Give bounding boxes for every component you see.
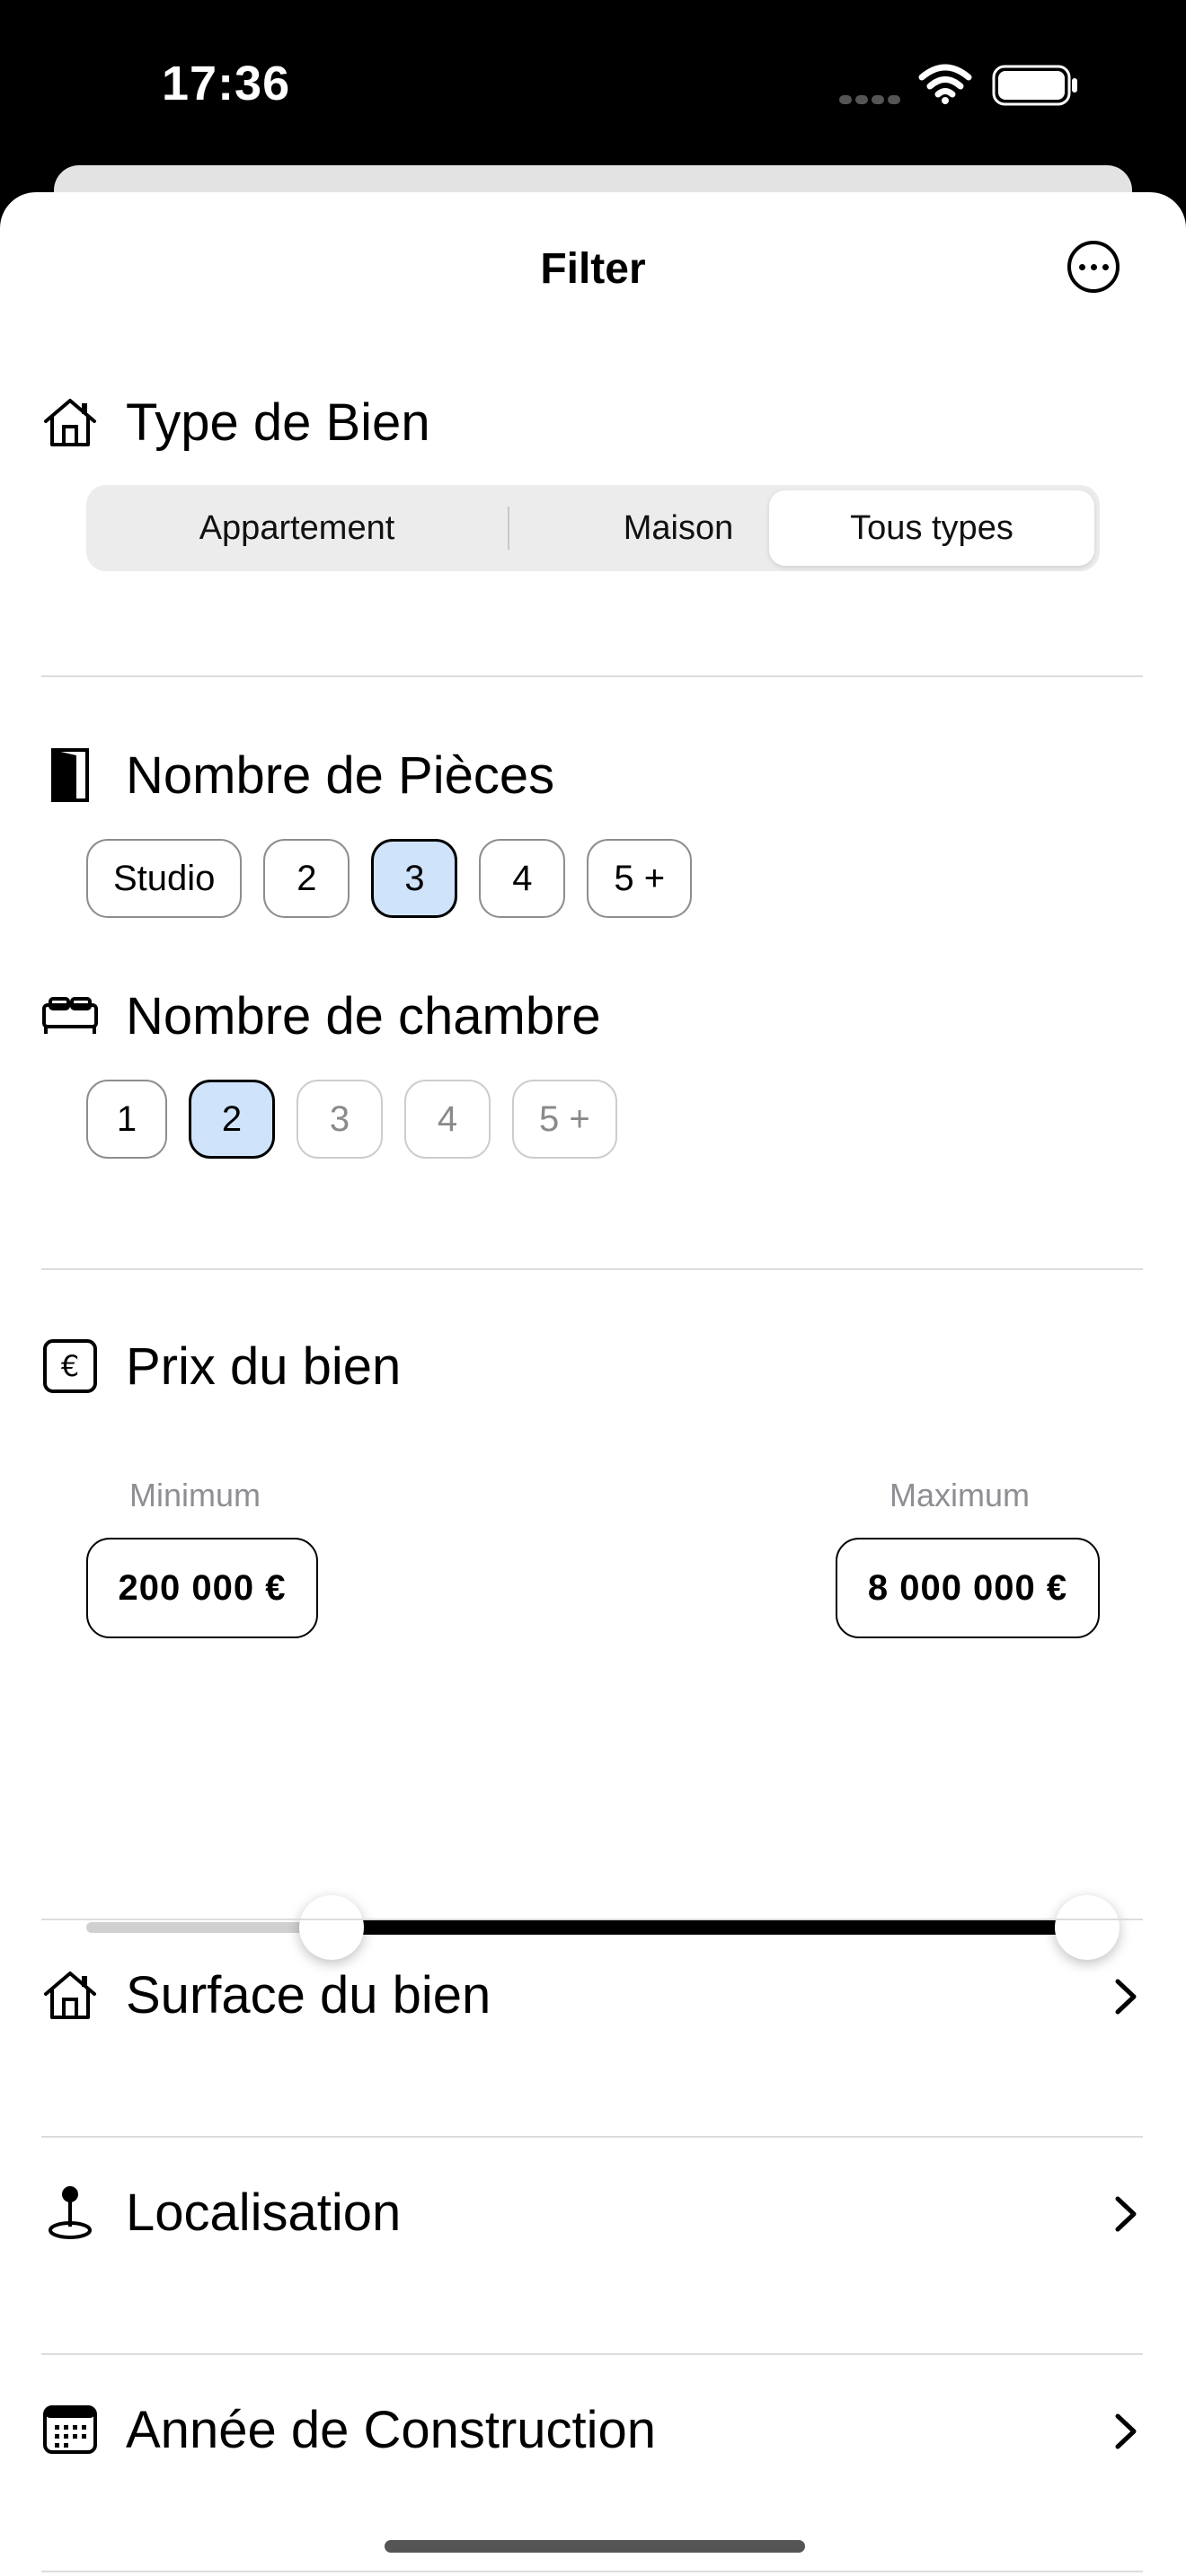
chip-2-bedrooms[interactable]: 2 <box>189 1080 275 1159</box>
house-icon <box>41 1966 99 2024</box>
chip-4-rooms[interactable]: 4 <box>479 839 566 918</box>
price-slider-range-fill <box>332 1920 1087 1935</box>
section-nombre-de-pieces: Nombre de Pièces <box>41 744 554 807</box>
section-title: Nombre de Pièces <box>126 745 555 805</box>
min-price-field[interactable]: 200 000 € <box>86 1538 318 1638</box>
section-title: Prix du bien <box>126 1337 402 1396</box>
chip-2-rooms[interactable]: 2 <box>263 839 350 918</box>
section-title: Nombre de chambre <box>126 986 601 1045</box>
door-icon <box>41 746 99 804</box>
ellipsis-circle-icon[interactable] <box>1067 241 1120 293</box>
euro-sign-icon: € <box>41 1337 99 1395</box>
section-divider <box>41 1919 1143 1920</box>
chip-4-bedrooms[interactable]: 4 <box>404 1080 491 1159</box>
section-prix-du-bien: € Prix du bien <box>41 1335 401 1398</box>
svg-text:€: € <box>61 1349 79 1383</box>
home-indicator <box>385 2540 805 2553</box>
section-type-de-bien: Type de Bien <box>41 391 430 454</box>
map-pin-icon <box>41 2183 99 2241</box>
property-type-segmented-control: Appartement Maison Tous types <box>86 485 1100 571</box>
row-title: Année de Construction <box>126 2400 657 2459</box>
chip-5-plus-bedrooms[interactable]: 5 + <box>512 1080 617 1159</box>
house-icon <box>41 393 99 451</box>
section-divider <box>41 1268 1143 1270</box>
cellular-signal-icon <box>839 95 900 104</box>
calendar-icon <box>41 2401 99 2458</box>
section-divider <box>41 675 1143 677</box>
bedrooms-chip-group: 1 2 3 4 5 + <box>86 1080 617 1160</box>
chip-studio[interactable]: Studio <box>86 839 243 918</box>
price-slider-max-thumb[interactable] <box>1055 1895 1120 1960</box>
row-title: Localisation <box>126 2183 402 2242</box>
section-divider <box>41 2353 1143 2355</box>
price-slider-min-thumb[interactable] <box>299 1895 365 1960</box>
chevron-right-icon <box>1115 1979 1137 2015</box>
max-price-field[interactable]: 8 000 000 € <box>836 1538 1100 1638</box>
segment-tous-types[interactable]: Tous types <box>769 490 1094 566</box>
maximum-label: Maximum <box>890 1477 1031 1513</box>
section-divider <box>41 2136 1143 2138</box>
wifi-icon <box>918 64 972 104</box>
chip-1-bedroom[interactable]: 1 <box>86 1080 167 1159</box>
battery-icon <box>992 65 1077 106</box>
section-nombre-de-chambre: Nombre de chambre <box>41 984 601 1047</box>
segment-appartement[interactable]: Appartement <box>86 485 508 571</box>
sheet-title: Filter <box>540 245 646 293</box>
minimum-label: Minimum <box>129 1477 261 1513</box>
status-time: 17:36 <box>162 57 291 110</box>
chip-5-plus-rooms[interactable]: 5 + <box>587 839 693 918</box>
bed-icon <box>41 987 99 1045</box>
chevron-right-icon <box>1115 2413 1137 2449</box>
row-title: Surface du bien <box>126 1965 491 2025</box>
rooms-chip-group: Studio 2 3 4 5 + <box>86 839 693 920</box>
chevron-right-icon <box>1115 2196 1137 2232</box>
section-title: Type de Bien <box>126 393 430 452</box>
chip-3-rooms[interactable]: 3 <box>371 839 458 918</box>
section-divider <box>41 2571 1143 2572</box>
status-bar: 17:36 <box>0 0 1186 189</box>
chip-3-bedrooms[interactable]: 3 <box>296 1080 383 1159</box>
filter-sheet: Filter Type de Bien Appartement Maison T… <box>0 192 1186 2576</box>
